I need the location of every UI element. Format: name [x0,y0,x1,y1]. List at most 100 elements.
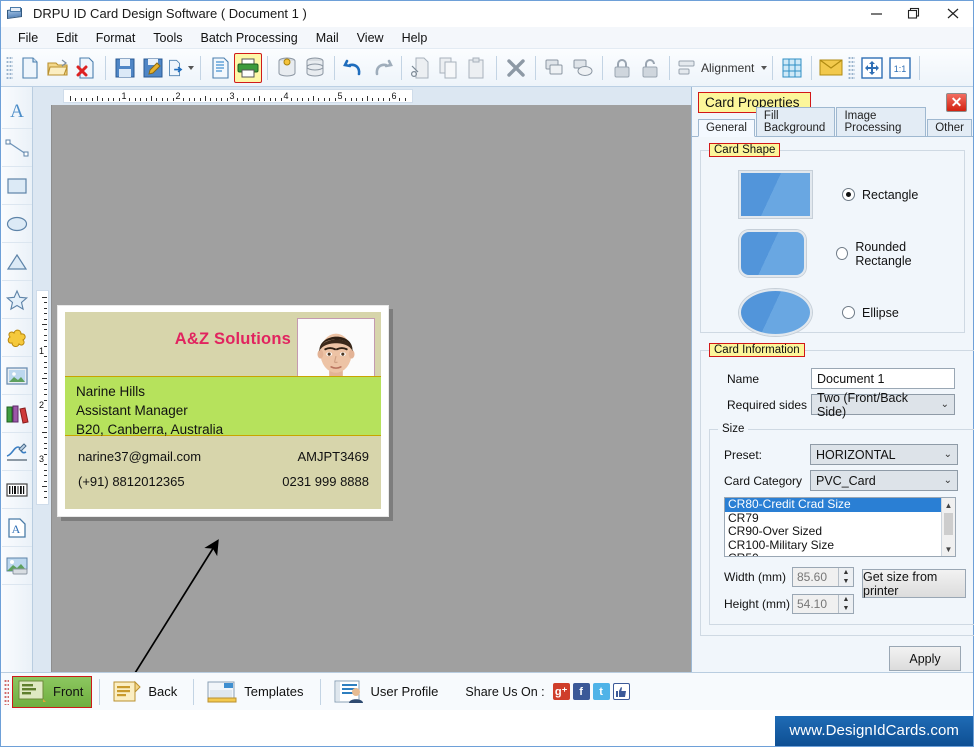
horizontal-ruler[interactable]: 1 2 3 4 5 6 [51,87,691,105]
redo-icon[interactable] [368,53,396,83]
vertical-ruler[interactable]: 1 2 3 [33,105,51,672]
get-size-from-printer-button[interactable]: Get size from printer [862,569,966,598]
image-tool-icon[interactable] [1,357,32,395]
rectangle-tool-icon[interactable] [1,167,32,205]
line-tool-icon[interactable] [1,129,32,167]
menu-item-tools[interactable]: Tools [144,29,191,47]
barcode-tool-icon[interactable] [1,471,32,509]
save-edit-icon[interactable] [139,53,167,83]
close-document-icon[interactable] [72,53,100,83]
background-image-tool-icon[interactable] [1,547,32,585]
rounded-rectangle-radio-row[interactable]: Rounded Rectangle [836,240,956,268]
twitter-icon[interactable]: t [592,683,610,700]
chevron-down-icon-preset[interactable]: ⌄ [944,449,952,460]
library-tool-icon[interactable] [1,395,32,433]
bottom-toolbar-grip[interactable] [4,678,9,705]
unlock-icon[interactable] [636,53,664,83]
shape-option-ellipse[interactable]: Ellipse [709,289,956,336]
card-person-name[interactable]: Narine Hills [76,382,381,401]
menu-item-file[interactable]: File [9,29,47,47]
ellipse-swatch[interactable] [739,289,812,336]
panel-close-button[interactable]: ✕ [946,92,967,112]
card-email[interactable]: narine37@gmail.com [78,444,201,469]
mail-icon[interactable] [817,53,845,83]
toolbar-grip[interactable] [6,55,13,80]
ungroup-icon[interactable] [569,53,597,83]
menu-item-edit[interactable]: Edit [47,29,87,47]
cut-icon[interactable] [407,53,435,83]
paste-icon[interactable] [463,53,491,83]
menu-item-help[interactable]: Help [393,29,437,47]
tab-other[interactable]: Other [927,119,972,136]
list-item[interactable]: CR100-Military Size [725,538,955,553]
alignment-dropdown-caret[interactable] [761,65,768,70]
card-category-select[interactable]: PVC_Card ⌄ [810,470,958,491]
tab-fill-background[interactable]: Fill Background [755,107,836,136]
menu-item-mail[interactable]: Mail [307,29,348,47]
thumbs-up-icon[interactable] [612,683,630,700]
alignment-label[interactable]: Alignment [701,61,758,75]
rectangle-label[interactable]: Rectangle [862,188,918,202]
design-canvas[interactable]: A&Z Solutions Narine Hills Assistant Man… [51,105,691,672]
grid-icon[interactable] [778,53,806,83]
ellipse-radio-row[interactable]: Ellipse [842,306,899,320]
scroll-down-icon[interactable]: ▼ [942,542,955,556]
list-item[interactable]: CR90-Over Sized [725,524,955,539]
listbox-scrollbar[interactable]: ▲ ▼ [941,498,955,556]
height-value[interactable]: 54.10 [793,595,838,613]
ellipse-label[interactable]: Ellipse [862,306,899,320]
height-stepper[interactable]: 54.10 ▲ ▼ [792,594,854,614]
card-detail-band[interactable]: Narine Hills Assistant Manager B20, Canb… [65,376,381,439]
google-plus-icon[interactable]: g⁺ [552,683,570,700]
print-preview-icon[interactable] [206,53,234,83]
rounded-rectangle-swatch[interactable] [739,230,807,277]
card-employee-id[interactable]: AMJPT3469 [297,444,369,469]
preset-select[interactable]: HORIZONTAL ⌄ [810,444,958,465]
facebook-icon[interactable]: f [572,683,590,700]
name-input[interactable]: Document 1 [811,368,955,389]
group-icon[interactable] [541,53,569,83]
tab-general[interactable]: General [698,119,755,137]
chevron-down-icon-category[interactable]: ⌄ [944,475,952,486]
templates-button[interactable]: Templates [201,676,312,708]
height-spin-up[interactable]: ▲ [839,595,853,604]
width-value[interactable]: 85.60 [793,568,838,586]
restore-button[interactable] [895,1,933,27]
card-mobile[interactable]: (+91) 8812012365 [78,469,185,494]
width-spin-buttons[interactable]: ▲ ▼ [838,568,853,586]
fit-to-screen-icon[interactable] [858,53,886,83]
width-spin-up[interactable]: ▲ [839,568,853,577]
text-image-tool-icon[interactable]: A [1,509,32,547]
undo-icon[interactable] [340,53,368,83]
close-button[interactable] [933,1,973,27]
export-dropdown-caret[interactable] [188,65,194,70]
export-icon[interactable] [167,53,195,83]
delete-icon[interactable] [502,53,530,83]
database-icon[interactable] [301,53,329,83]
card-address[interactable]: B20, Canberra, Australia [76,420,381,439]
rectangle-radio[interactable] [842,188,855,201]
card-company-name[interactable]: A&Z Solutions [175,330,291,349]
user-profile-button[interactable]: User Profile [328,676,448,708]
card-designation[interactable]: Assistant Manager [76,401,381,420]
website-url[interactable]: www.DesignIdCards.com [775,716,973,746]
tab-image-processing[interactable]: Image Processing [836,107,927,136]
ellipse-tool-icon[interactable] [1,205,32,243]
rounded-rectangle-radio[interactable] [836,247,849,260]
card-size-listbox[interactable]: CR80-Credit Crad Size CR79 CR90-Over Siz… [724,497,956,557]
width-stepper[interactable]: 85.60 ▲ ▼ [792,567,854,587]
print-icon[interactable] [234,52,262,83]
shape-option-rounded-rectangle[interactable]: Rounded Rectangle [709,230,956,277]
database-add-icon[interactable] [273,53,301,83]
alignment-icon[interactable] [675,53,699,83]
text-tool-icon[interactable]: A [1,91,32,129]
minimize-button[interactable] [857,1,895,27]
back-side-button[interactable]: Back [107,676,186,708]
front-side-button[interactable]: Front [12,675,93,708]
chevron-down-icon[interactable]: ⌄ [941,399,949,410]
rounded-rectangle-label[interactable]: Rounded Rectangle [855,240,956,268]
scroll-thumb[interactable] [944,513,953,535]
height-spin-down[interactable]: ▼ [839,604,853,613]
triangle-tool-icon[interactable] [1,243,32,281]
width-spin-down[interactable]: ▼ [839,577,853,586]
